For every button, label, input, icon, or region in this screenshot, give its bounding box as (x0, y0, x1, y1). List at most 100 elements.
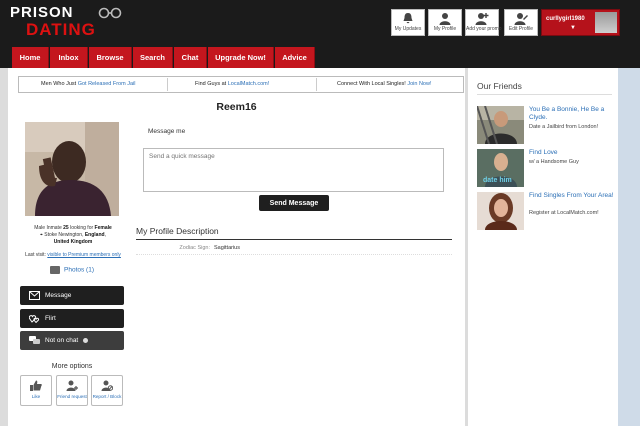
friend-ad-3-image[interactable] (477, 192, 524, 230)
promo-divider (316, 78, 317, 91)
send-message-button[interactable]: Send Message (259, 195, 329, 211)
user-menu[interactable]: curllygirl1980 ▼ (541, 9, 620, 36)
camera-icon (50, 266, 60, 274)
person-add-icon (66, 380, 78, 391)
profile-photo-image (25, 122, 119, 216)
person-block-icon (101, 380, 113, 391)
friend-ad-2-image[interactable]: date him (477, 149, 524, 187)
quick-message-input[interactable] (143, 148, 444, 192)
person-icon (439, 13, 451, 25)
main-content: Men Who Just Got Released From Jail Find… (8, 68, 465, 426)
chevron-down-icon: ▼ (570, 25, 576, 31)
friend-ad-1-image[interactable] (477, 106, 524, 144)
flirt-button-label: Flirt (45, 315, 56, 322)
nav-advice[interactable]: Advice (275, 47, 315, 68)
last-visit-link[interactable]: visible to Premium members only (47, 252, 121, 258)
message-button[interactable]: Message (20, 286, 124, 305)
thumbs-up-icon (30, 380, 42, 391)
friend-ad-2[interactable]: date him Find Love w/ a Handsome Guy (477, 149, 617, 189)
friend-ad-3-title[interactable]: Find Singles From Your Area! (529, 192, 617, 200)
edit-profile-button[interactable]: Edit Profile (504, 9, 538, 36)
friend-ad-3[interactable]: Find Singles From Your Area! Register at… (477, 192, 617, 232)
summary-mid: looking for (68, 225, 95, 231)
chat-button[interactable]: Not on chat (20, 331, 124, 350)
promo-item-3: Connect With Local Singles! Join Now! (337, 77, 431, 92)
promo-bar: Men Who Just Got Released From Jail Find… (18, 76, 464, 93)
person-add-icon (475, 13, 489, 25)
my-updates-button[interactable]: My Updates (391, 9, 425, 36)
site-header: PRISON DATING My Updates My Profile Add … (0, 0, 640, 44)
my-profile-button[interactable]: My Profile (428, 9, 462, 36)
nav-search[interactable]: Search (133, 47, 173, 68)
envelope-icon (29, 291, 40, 300)
handcuffs-icon (98, 7, 122, 19)
promo-item-1: Men Who Just Got Released From Jail (41, 77, 135, 92)
friends-title: Our Friends (477, 81, 522, 91)
last-visit: Last visit: visible to Premium members o… (23, 252, 123, 258)
zodiac-row: Zodiac Sign: Sagittarius (136, 245, 452, 255)
friend-request-label: Friend request (57, 394, 87, 399)
main-nav: Home Inbox Browse Search Chat Upgrade No… (0, 44, 640, 68)
profile-seeking: Female (94, 225, 112, 231)
friend-ad-1-desc: Date a Jailbird from London! (529, 124, 599, 130)
promo-link-2[interactable]: LocalMatch.com! (228, 81, 270, 87)
photos-label: Photos (1) (64, 266, 94, 274)
friend-ad-2-desc: w/ a Handsome Guy (529, 159, 579, 165)
username: curllygirl1980 (546, 16, 585, 22)
profile-country: United Kingdom (23, 239, 123, 245)
friend-ad-3-desc: Register at LocalMatch.com! (529, 210, 599, 216)
profile-location: ⌖ Stoke Newington, England, (40, 232, 106, 238)
promo-text-3: Connect With Local Singles! (337, 81, 408, 87)
profile-description-title: My Profile Description (136, 226, 452, 240)
nav-upgrade[interactable]: Upgrade Now! (208, 47, 274, 68)
like-label: Like (31, 394, 41, 399)
add-promo-button[interactable]: Add your promo (465, 9, 502, 36)
promo-link-1[interactable]: Got Released From Jail (78, 81, 136, 87)
last-visit-label: Last visit: (25, 252, 48, 258)
chat-bubbles-icon (29, 336, 40, 344)
offline-status-dot (83, 337, 89, 343)
friends-divider (477, 94, 612, 95)
report-block-label: Report / Block (92, 394, 122, 399)
friend-ad-2-title[interactable]: Find Love (529, 149, 617, 157)
promo-item-2: Find Guys at LocalMatch.com! (195, 77, 269, 92)
hearts-icon (29, 315, 40, 323)
message-me-label: Message me (148, 128, 186, 135)
like-button[interactable]: Like (20, 375, 52, 406)
promo-text-2: Find Guys at (195, 81, 228, 87)
friends-sidebar: Our Friends You Be a Bonnie, He Be a Cly… (468, 68, 618, 426)
profile-photo[interactable] (25, 122, 119, 216)
location-pin-icon: ⌖ (40, 232, 43, 238)
photos-link[interactable]: Photos (1) (50, 266, 94, 274)
message-button-label: Message (45, 292, 72, 299)
profile-summary: Male Inmate 25 looking for Female (23, 225, 123, 231)
summary-prefix: Male Inmate (34, 225, 64, 231)
chat-status-text: Not on chat (45, 337, 79, 344)
add-promo-label: Add your promo (466, 26, 502, 32)
zodiac-label: Zodiac Sign: (179, 245, 210, 251)
nav-browse[interactable]: Browse (89, 47, 132, 68)
friend-request-button[interactable]: Friend request (56, 375, 88, 406)
profile-name: Reem16 (216, 101, 257, 113)
my-updates-label: My Updates (394, 26, 422, 32)
promo-text-1: Men Who Just (41, 81, 78, 87)
chat-button-label: Not on chat (45, 331, 89, 350)
more-options-title: More options (51, 363, 93, 370)
logo-line-1: PRISON (10, 4, 74, 21)
nav-chat[interactable]: Chat (174, 47, 207, 68)
site-logo[interactable]: PRISON DATING (10, 4, 122, 42)
friend-ad-1-title[interactable]: You Be a Bonnie, He Be a Clyde. (529, 106, 617, 122)
nav-inbox[interactable]: Inbox (50, 47, 88, 68)
location-town: Stoke Newington (44, 232, 83, 238)
promo-link-3[interactable]: Join Now! (407, 81, 431, 87)
bell-icon (403, 13, 413, 24)
page-background-right (618, 68, 640, 426)
edit-profile-label: Edit Profile (508, 26, 534, 32)
user-avatar (595, 12, 617, 33)
my-profile-label: My Profile (433, 26, 457, 32)
friend-ad-2-caption: date him (483, 177, 512, 184)
flirt-button[interactable]: Flirt (20, 309, 124, 328)
nav-home[interactable]: Home (12, 47, 49, 68)
report-block-button[interactable]: Report / Block (91, 375, 123, 406)
friend-ad-1[interactable]: You Be a Bonnie, He Be a Clyde. Date a J… (477, 106, 617, 146)
